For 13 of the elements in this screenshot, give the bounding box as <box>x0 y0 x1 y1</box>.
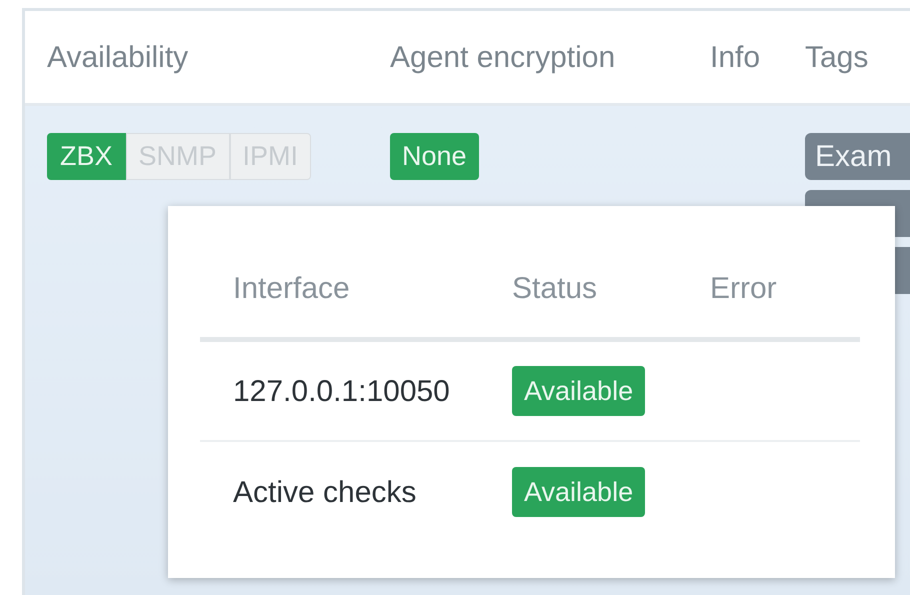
column-header: Availability <box>47 40 190 76</box>
column-header: Error <box>710 266 860 342</box>
column-header: Status <box>512 266 710 342</box>
status-badge: Available <box>512 366 646 416</box>
availability-indicator: ZBX <box>47 133 126 180</box>
status-badge: Available <box>512 467 646 517</box>
table-cell-text: Active checks <box>232 474 418 510</box>
encryption-indicator: None <box>390 133 479 180</box>
column-header: Info <box>710 40 762 76</box>
column-header: Interface <box>200 266 512 342</box>
column-header: Agent encryption <box>390 40 616 76</box>
column-header: Tags <box>805 40 870 76</box>
tag-chip: Exam <box>805 133 910 180</box>
